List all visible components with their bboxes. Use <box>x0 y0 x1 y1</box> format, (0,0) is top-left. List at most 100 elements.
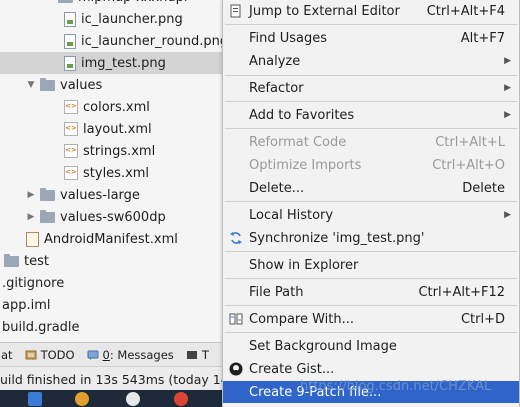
menu-set-background-image[interactable]: Set Background Image <box>223 335 519 357</box>
menu-jump-external-editor[interactable]: Jump to External Editor Ctrl+Alt+F4 <box>223 0 519 22</box>
tool-tab-mnemonic: 0 <box>102 348 110 362</box>
tree-folder-mipmap-xxxhdpi[interactable]: ▼ mipmap-xxxhdpi <box>0 0 232 8</box>
tree-item-ic-launcher[interactable]: ic_launcher.png <box>0 8 232 30</box>
menu-separator <box>225 75 517 76</box>
tree-item-label: ic_launcher_round.png <box>81 33 229 49</box>
github-icon <box>229 362 243 376</box>
chevron-down-icon[interactable]: ▼ <box>44 0 54 2</box>
terminal-icon <box>186 351 197 359</box>
tree-item-label: .gitignore <box>2 275 65 291</box>
tree-item-colors[interactable]: colors.xml <box>0 96 232 118</box>
chrome-taskbar-icon[interactable] <box>174 392 188 406</box>
menu-item-label: Optimize Imports <box>249 157 362 173</box>
menu-file-path[interactable]: File Path Ctrl+Alt+F12 <box>223 281 519 303</box>
image-file-icon <box>64 55 76 71</box>
tree-item-label: values-sw600dp <box>60 209 166 225</box>
tool-tab-messages[interactable]: 0 : Messages <box>87 348 174 362</box>
menu-refactor[interactable]: Refactor ▶ <box>223 77 519 99</box>
menu-find-usages[interactable]: Find Usages Alt+F7 <box>223 27 519 49</box>
status-bar: uild finished in 13s 543ms (today 14: <box>0 366 233 391</box>
menu-item-label: Delete... <box>249 180 305 196</box>
menu-separator <box>225 251 517 252</box>
messages-icon <box>87 350 99 360</box>
menu-delete[interactable]: Delete... Delete <box>223 177 519 199</box>
qq-taskbar-icon[interactable] <box>75 392 89 406</box>
project-tree: ▼ mipmap-xxxhdpi ic_launcher.png ic_laun… <box>0 0 232 342</box>
tree-folder-values[interactable]: ▼ values <box>0 74 232 96</box>
menu-item-label: Set Background Image <box>249 338 397 354</box>
menu-create-gist[interactable]: Create Gist... <box>223 358 519 380</box>
menu-compare-with[interactable]: Compare With... Ctrl+D <box>223 308 519 330</box>
tree-item-img-test[interactable]: img_test.png <box>0 52 232 74</box>
compare-icon <box>229 313 243 325</box>
menu-item-shortcut: Ctrl+D <box>460 311 505 327</box>
menu-item-label: Compare With... <box>249 311 355 327</box>
tree-item-strings[interactable]: strings.xml <box>0 140 232 162</box>
app-taskbar-icon[interactable] <box>28 392 42 406</box>
tree-item-label: strings.xml <box>83 143 156 159</box>
tool-tab-terminal[interactable]: T <box>186 348 209 362</box>
context-menu: Jump to External Editor Ctrl+Alt+F4 Find… <box>222 0 520 407</box>
tool-window-bar: at TODO 0 : Messages T <box>0 342 232 367</box>
manifest-file-icon <box>26 231 39 247</box>
tree-folder-test[interactable]: test <box>0 250 232 272</box>
xml-file-icon <box>64 100 78 114</box>
tree-item-label: build.gradle <box>2 319 80 335</box>
tree-folder-values-sw600dp[interactable]: ▶ values-sw600dp <box>0 206 232 228</box>
folder-icon <box>58 0 73 3</box>
menu-item-shortcut: Alt+F7 <box>460 30 505 46</box>
menu-item-label: Find Usages <box>249 30 328 46</box>
menu-item-shortcut: Delete <box>462 180 505 196</box>
folder-icon <box>40 187 55 201</box>
xml-file-icon <box>64 166 78 180</box>
submenu-arrow-icon: ▶ <box>504 210 511 220</box>
tree-item-label: ic_launcher.png <box>81 11 183 27</box>
menu-synchronize[interactable]: Synchronize 'img_test.png' <box>223 227 519 249</box>
menu-item-label: Refactor <box>249 80 304 96</box>
browser-taskbar-icon[interactable] <box>126 392 140 406</box>
menu-separator <box>225 332 517 333</box>
menu-show-in-explorer[interactable]: Show in Explorer <box>223 254 519 276</box>
chevron-down-icon[interactable]: ▼ <box>26 80 36 90</box>
menu-separator <box>225 305 517 306</box>
menu-item-shortcut: Ctrl+Alt+F12 <box>418 284 505 300</box>
menu-item-label: Reformat Code <box>249 134 347 150</box>
menu-local-history[interactable]: Local History ▶ <box>223 204 519 226</box>
tree-item-label: colors.xml <box>83 99 150 115</box>
tree-item-label: layout.xml <box>83 121 152 137</box>
xml-file-icon <box>64 144 78 158</box>
xml-file-icon <box>64 122 78 136</box>
tree-item-styles[interactable]: styles.xml <box>0 162 232 184</box>
submenu-arrow-icon: ▶ <box>504 56 511 66</box>
menu-item-label: Analyze <box>249 53 301 69</box>
menu-item-label: File Path <box>249 284 304 300</box>
menu-item-label: Add to Favorites <box>249 107 355 123</box>
tree-item-app-iml[interactable]: app.iml <box>0 294 232 316</box>
status-text: uild finished in 13s 543ms (today 14: <box>0 371 233 387</box>
tree-item-label: AndroidManifest.xml <box>44 231 178 247</box>
menu-add-to-favorites[interactable]: Add to Favorites ▶ <box>223 104 519 126</box>
tool-tab-partial[interactable]: at <box>1 348 13 362</box>
tree-item-label: test <box>24 253 49 269</box>
menu-optimize-imports[interactable]: Optimize Imports Ctrl+Alt+O <box>223 154 519 176</box>
menu-reformat-code[interactable]: Reformat Code Ctrl+Alt+L <box>223 131 519 153</box>
chevron-right-icon[interactable]: ▶ <box>26 212 36 222</box>
folder-icon <box>4 253 19 267</box>
tree-item-label: img_test.png <box>81 55 166 71</box>
tool-tab-label: at <box>1 348 13 362</box>
menu-analyze[interactable]: Analyze ▶ <box>223 50 519 72</box>
tool-tab-label: : Messages <box>109 348 174 362</box>
tree-item-build-gradle[interactable]: build.gradle <box>0 316 232 338</box>
tree-item-android-manifest[interactable]: AndroidManifest.xml <box>0 228 232 250</box>
menu-separator <box>225 128 517 129</box>
tree-item-ic-launcher-round[interactable]: ic_launcher_round.png <box>0 30 232 52</box>
tool-tab-todo[interactable]: TODO <box>25 348 75 362</box>
menu-separator <box>225 101 517 102</box>
external-editor-icon <box>230 4 241 18</box>
tree-item-label: app.iml <box>2 297 51 313</box>
chevron-right-icon[interactable]: ▶ <box>26 190 36 200</box>
tree-item-gitignore[interactable]: .gitignore <box>0 272 232 294</box>
tree-item-layout[interactable]: layout.xml <box>0 118 232 140</box>
tree-folder-values-large[interactable]: ▶ values-large <box>0 184 232 206</box>
image-file-icon <box>64 33 76 49</box>
